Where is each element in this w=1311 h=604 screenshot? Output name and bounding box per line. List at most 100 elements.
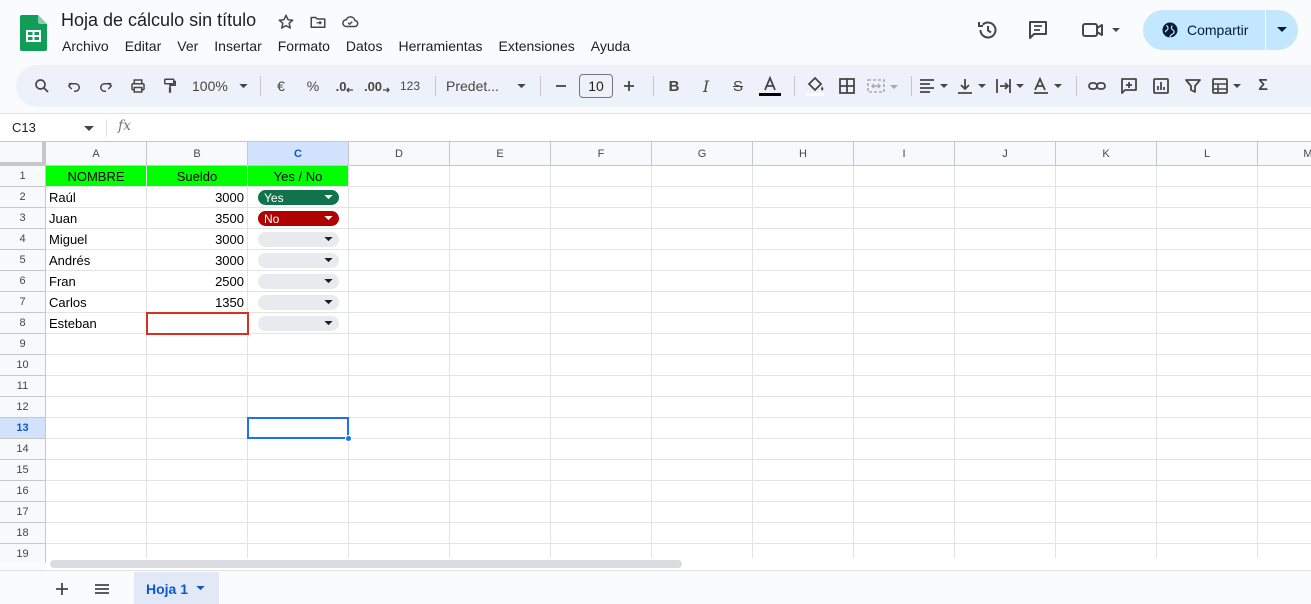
- cell-c11[interactable]: [248, 376, 349, 397]
- cell-d18[interactable]: [349, 523, 450, 544]
- font-size-input[interactable]: 10: [579, 74, 613, 98]
- cell-i7[interactable]: [854, 292, 955, 313]
- cell-h12[interactable]: [753, 397, 854, 418]
- column-header-j[interactable]: J: [955, 142, 1056, 166]
- row-header-14[interactable]: 14: [0, 439, 46, 460]
- menu-editar[interactable]: Editar: [117, 36, 170, 56]
- cell-e16[interactable]: [450, 481, 551, 502]
- cell-k17[interactable]: [1056, 502, 1157, 523]
- cell-f14[interactable]: [551, 439, 652, 460]
- cell-k9[interactable]: [1056, 334, 1157, 355]
- cell-c15[interactable]: [248, 460, 349, 481]
- name-cell[interactable]: Esteban: [46, 313, 147, 334]
- cell-c9[interactable]: [248, 334, 349, 355]
- merge-cells-icon[interactable]: [865, 72, 901, 100]
- cell-l6[interactable]: [1157, 271, 1258, 292]
- salary-cell[interactable]: 3000: [147, 250, 248, 271]
- cell-g14[interactable]: [652, 439, 753, 460]
- row-header-8[interactable]: 8: [0, 313, 46, 334]
- cell-i9[interactable]: [854, 334, 955, 355]
- cell-l15[interactable]: [1157, 460, 1258, 481]
- document-title[interactable]: Hoja de cálculo sin título: [61, 10, 256, 31]
- cell-k5[interactable]: [1056, 250, 1157, 271]
- cell-h1[interactable]: [753, 166, 854, 187]
- insert-link-icon[interactable]: [1083, 72, 1111, 100]
- cell-l17[interactable]: [1157, 502, 1258, 523]
- cell-l9[interactable]: [1157, 334, 1258, 355]
- cell-i10[interactable]: [854, 355, 955, 376]
- cell-a15[interactable]: [46, 460, 147, 481]
- cell-m13[interactable]: [1258, 418, 1311, 439]
- cell-l11[interactable]: [1157, 376, 1258, 397]
- cell-h13[interactable]: [753, 418, 854, 439]
- cell-i17[interactable]: [854, 502, 955, 523]
- cell-g7[interactable]: [652, 292, 753, 313]
- cell-e10[interactable]: [450, 355, 551, 376]
- bold-icon[interactable]: B: [660, 72, 688, 100]
- cell-g17[interactable]: [652, 502, 753, 523]
- cell-b13[interactable]: [147, 418, 248, 439]
- cell-m6[interactable]: [1258, 271, 1311, 292]
- cell-d4[interactable]: [349, 229, 450, 250]
- cell-i14[interactable]: [854, 439, 955, 460]
- cell-f17[interactable]: [551, 502, 652, 523]
- cell-h14[interactable]: [753, 439, 854, 460]
- fill-handle[interactable]: [345, 435, 352, 442]
- insert-chart-icon[interactable]: [1147, 72, 1175, 100]
- cell-k7[interactable]: [1056, 292, 1157, 313]
- cell-a10[interactable]: [46, 355, 147, 376]
- cell-g13[interactable]: [652, 418, 753, 439]
- menu-archivo[interactable]: Archivo: [54, 36, 117, 56]
- column-header-d[interactable]: D: [349, 142, 450, 166]
- column-header-l[interactable]: L: [1157, 142, 1258, 166]
- font-family-select[interactable]: Predet...: [442, 72, 530, 100]
- cell-h3[interactable]: [753, 208, 854, 229]
- cell-f1[interactable]: [551, 166, 652, 187]
- comments-icon[interactable]: [1022, 14, 1054, 46]
- undo-icon[interactable]: [60, 72, 88, 100]
- cell-j1[interactable]: [955, 166, 1056, 187]
- cell-k12[interactable]: [1056, 397, 1157, 418]
- column-header-c[interactable]: C: [248, 142, 349, 166]
- cell-e6[interactable]: [450, 271, 551, 292]
- name-cell[interactable]: Fran: [46, 271, 147, 292]
- cell-l7[interactable]: [1157, 292, 1258, 313]
- cell-a17[interactable]: [46, 502, 147, 523]
- row-header-10[interactable]: 10: [0, 355, 46, 376]
- menu-insertar[interactable]: Insertar: [206, 36, 269, 56]
- row-header-9[interactable]: 9: [0, 334, 46, 355]
- cell-h7[interactable]: [753, 292, 854, 313]
- cell-e1[interactable]: [450, 166, 551, 187]
- cell-j14[interactable]: [955, 439, 1056, 460]
- sheet-tab-hoja-1[interactable]: Hoja 1: [134, 572, 219, 604]
- cell-j2[interactable]: [955, 187, 1056, 208]
- cell-i2[interactable]: [854, 187, 955, 208]
- row-header-7[interactable]: 7: [0, 292, 46, 313]
- cell-k2[interactable]: [1056, 187, 1157, 208]
- cell-f3[interactable]: [551, 208, 652, 229]
- cell-m5[interactable]: [1258, 250, 1311, 271]
- cell-f12[interactable]: [551, 397, 652, 418]
- cell-i6[interactable]: [854, 271, 955, 292]
- cell-l10[interactable]: [1157, 355, 1258, 376]
- cell-d1[interactable]: [349, 166, 450, 187]
- row-header-4[interactable]: 4: [0, 229, 46, 250]
- yes-no-dropdown-chip[interactable]: [258, 316, 339, 331]
- cell-h5[interactable]: [753, 250, 854, 271]
- cell-d15[interactable]: [349, 460, 450, 481]
- cell-j7[interactable]: [955, 292, 1056, 313]
- table-header-yes-no[interactable]: Yes / No: [248, 166, 349, 187]
- cell-m12[interactable]: [1258, 397, 1311, 418]
- row-header-5[interactable]: 5: [0, 250, 46, 271]
- salary-cell[interactable]: 2500: [147, 271, 248, 292]
- name-box-chevron-down-icon[interactable]: [84, 119, 94, 137]
- cell-k16[interactable]: [1056, 481, 1157, 502]
- cell-h11[interactable]: [753, 376, 854, 397]
- formula-input[interactable]: [145, 120, 1245, 138]
- text-rotation-icon[interactable]: [1032, 72, 1066, 100]
- borders-icon[interactable]: [833, 72, 861, 100]
- share-main-button[interactable]: Compartir: [1143, 10, 1265, 50]
- filter-icon[interactable]: [1179, 72, 1207, 100]
- add-sheet-icon[interactable]: [50, 577, 74, 601]
- cell-j17[interactable]: [955, 502, 1056, 523]
